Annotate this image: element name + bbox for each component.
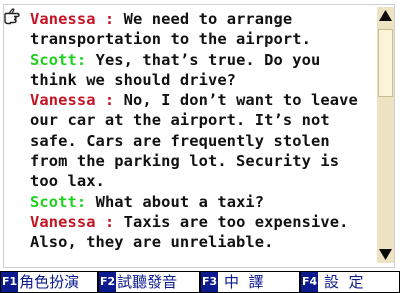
dialogue-text-span: our car at the airport. It’s not [30, 111, 330, 130]
dialogue-text-span: Taxis are too expensive. [123, 212, 349, 231]
f2-listen-button[interactable]: F2 試聽發音 [99, 272, 199, 292]
f3-label: 中 譯 [219, 273, 264, 291]
dialogue-text: Vanessa : We need to arrange transportati… [30, 9, 372, 253]
f1-key-tag: F1 [1, 272, 19, 292]
f4-settings-button[interactable]: F4 設 定 [301, 272, 399, 292]
speaker-name: Vanessa [30, 212, 96, 231]
dialogue-text-span: transportation to the airport. [30, 30, 311, 49]
dialogue-line: think we should drive? [30, 70, 372, 90]
speaker-separator: : [76, 50, 96, 69]
speaker-separator: : [95, 212, 124, 231]
scrollbar-thumb[interactable] [378, 29, 393, 97]
vertical-scrollbar[interactable] [377, 7, 394, 263]
dialogue-text-span: too lax. [30, 172, 105, 191]
speaker-separator: : [76, 192, 96, 211]
f3-key-tag: F3 [201, 272, 219, 292]
dialogue-line: from the parking lot. Security is [30, 151, 372, 171]
f1-label: 角色扮演 [19, 273, 80, 291]
speaker-separator: : [95, 10, 124, 28]
speaker-name: Scott [30, 50, 77, 69]
f3-translate-button[interactable]: F3 中 譯 [201, 272, 299, 292]
conversation-screen: Vanessa : We need to arrange transportati… [0, 0, 400, 293]
dialogue-line: Scott: What about a taxi? [30, 192, 372, 212]
dialogue-line: Also, they are unreliable. [30, 232, 372, 252]
pointing-hand-icon [4, 8, 20, 25]
speaker-name: Vanessa [30, 10, 96, 28]
f2-label: 試聽發音 [117, 273, 178, 291]
dialogue-line: Vanessa : Taxis are too expensive. [30, 212, 372, 232]
f4-key-tag: F4 [301, 272, 319, 292]
dialogue-text-span: No, I don’t want to leave [123, 91, 358, 110]
dialogue-text-span: from the parking lot. Security is [30, 152, 340, 171]
f4-label: 設 定 [319, 273, 364, 291]
dialogue-line: our car at the airport. It’s not [30, 110, 372, 130]
f1-roleplay-button[interactable]: F1 角色扮演 [1, 272, 97, 292]
dialogue-text-span: think we should drive? [30, 70, 237, 89]
dialogue-text-span: Yes, that’s true. Do you [95, 50, 321, 69]
dialogue-line: transportation to the airport. [30, 29, 372, 49]
dialogue-line: Vanessa : We need to arrange [30, 9, 372, 29]
speaker-separator: : [95, 91, 124, 110]
dialogue-text-span: safe. Cars are frequently stolen [30, 131, 330, 150]
scroll-down-arrow-icon[interactable] [377, 246, 394, 263]
dialogue-line: safe. Cars are frequently stolen [30, 131, 372, 151]
dialogue-line: Vanessa : No, I don’t want to leave [30, 90, 372, 110]
dialogue-text-span: We need to arrange [123, 10, 293, 28]
scroll-up-arrow-icon[interactable] [377, 7, 394, 24]
dialogue-text-span: What about a taxi? [95, 192, 265, 211]
dialogue-line: Scott: Yes, that’s true. Do you [30, 50, 372, 70]
dialogue-text-span: Also, they are unreliable. [30, 233, 274, 252]
f2-key-tag: F2 [99, 272, 117, 292]
function-key-bar: F1 角色扮演 F2 試聽發音 F3 中 譯 F4 設 定 [0, 271, 400, 293]
speaker-name: Scott [30, 192, 77, 211]
speaker-name: Vanessa [30, 91, 96, 110]
dialogue-line: too lax. [30, 171, 372, 191]
